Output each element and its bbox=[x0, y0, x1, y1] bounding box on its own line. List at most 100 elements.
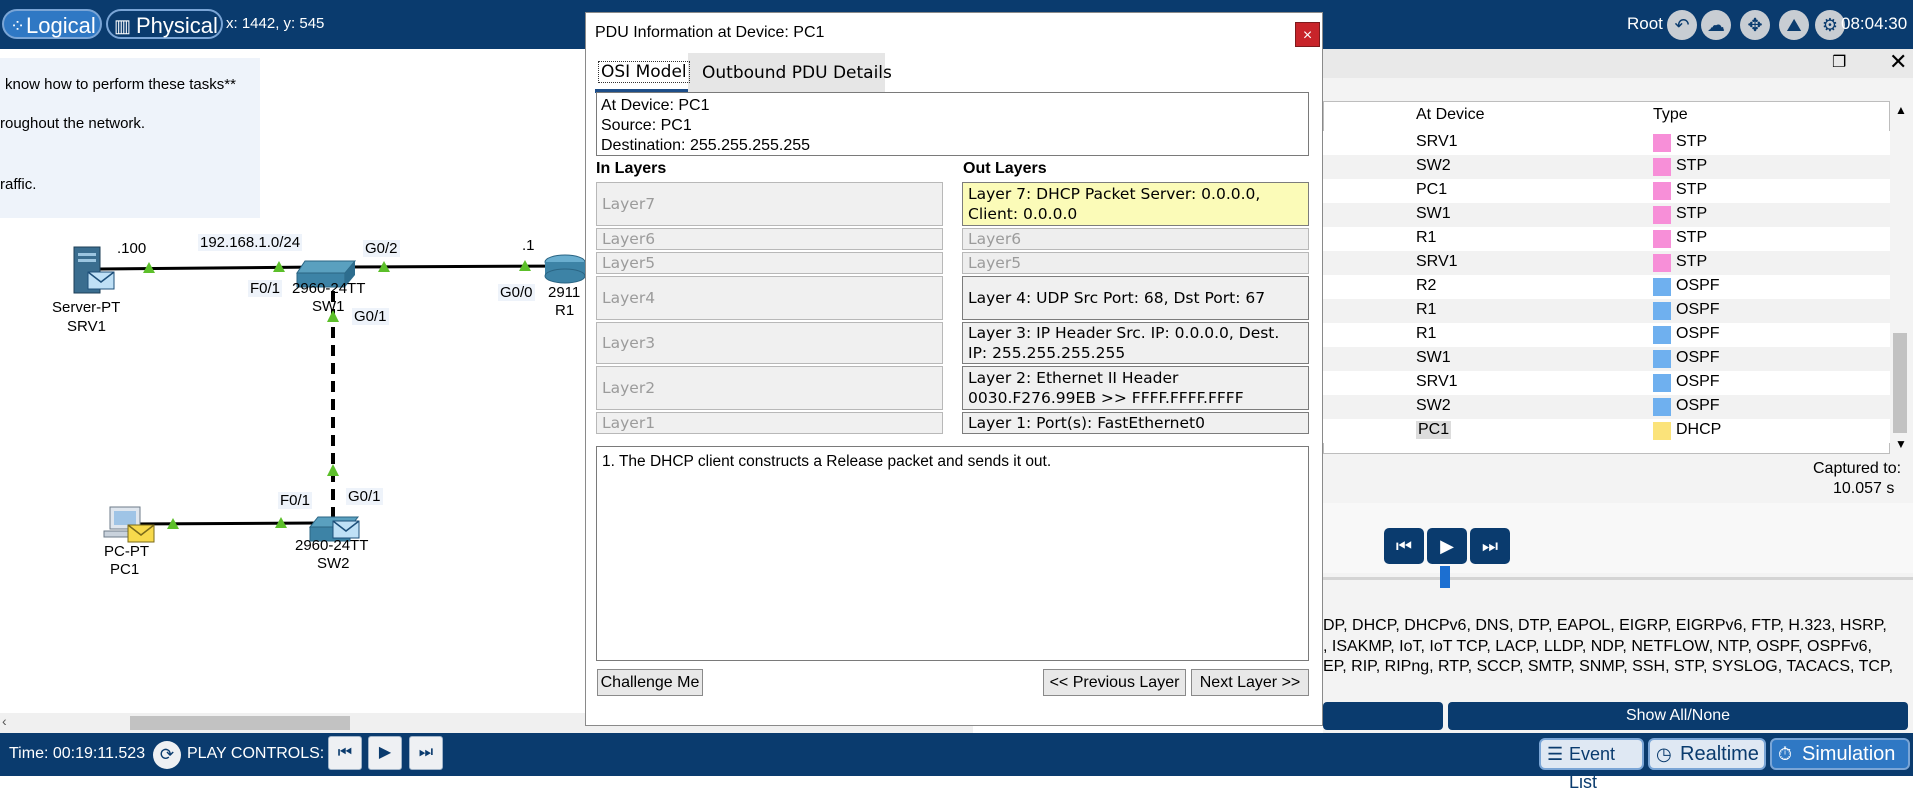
out-layer-1[interactable]: Layer 1: Port(s): FastEthernet0 bbox=[962, 412, 1309, 434]
restore-icon[interactable]: ❐ bbox=[1832, 52, 1846, 72]
table-row[interactable]: SW1 OSPF bbox=[1323, 347, 1890, 371]
table-row[interactable]: R1 OSPF bbox=[1323, 323, 1890, 347]
reset-time-icon[interactable]: ⟳ bbox=[153, 741, 181, 769]
captured-value: 10.057 s bbox=[1833, 480, 1895, 497]
pc1-name-label: PC1 bbox=[110, 561, 140, 578]
in-layer-2[interactable]: Layer2 bbox=[596, 366, 943, 410]
event-type-color bbox=[1653, 422, 1671, 440]
out-layer-5[interactable]: Layer5 bbox=[962, 252, 1309, 274]
close-panel-icon[interactable]: ✕ bbox=[1889, 49, 1907, 75]
event-type-color bbox=[1653, 302, 1671, 320]
srv1-name-label: SRV1 bbox=[67, 318, 106, 335]
logical-tab[interactable]: ⁘ Logical bbox=[2, 9, 102, 39]
scrollbar-thumb[interactable] bbox=[1893, 333, 1907, 433]
table-row[interactable]: R1 STP bbox=[1323, 227, 1890, 251]
table-row[interactable]: SW2 OSPF bbox=[1323, 395, 1890, 419]
event-list-toggle[interactable]: ☰ Event List bbox=[1539, 738, 1644, 792]
event-device: SRV1 bbox=[1416, 373, 1458, 390]
sim-time: Time: 00:19:11.523 bbox=[9, 745, 146, 762]
srv1-ip-label: .100 bbox=[117, 240, 147, 257]
in-layer-1[interactable]: Layer1 bbox=[596, 412, 943, 434]
playback-slider-thumb[interactable] bbox=[1440, 566, 1450, 588]
event-type: STP bbox=[1676, 253, 1708, 270]
in-layer-6[interactable]: Layer6 bbox=[596, 228, 943, 250]
event-type-color bbox=[1653, 254, 1671, 272]
event-type: STP bbox=[1676, 205, 1708, 222]
out-layer-7[interactable]: Layer 7: DHCP Packet Server: 0.0.0.0, Cl… bbox=[962, 182, 1309, 226]
sw2-g01-label: G0/1 bbox=[346, 488, 383, 505]
table-row[interactable]: SRV1 STP bbox=[1323, 131, 1890, 155]
in-layer-4[interactable]: Layer4 bbox=[596, 276, 943, 320]
panel-titlebar: ❐ ✕ bbox=[1323, 49, 1913, 78]
playback-slider-track[interactable] bbox=[1323, 577, 1913, 580]
sw1-g01-label: G0/1 bbox=[352, 308, 389, 325]
pc-icon bbox=[103, 506, 155, 543]
physical-tab[interactable]: ▥ Physical bbox=[106, 9, 223, 39]
in-layer-7[interactable]: Layer7 bbox=[596, 182, 943, 226]
in-layer-3[interactable]: Layer3 bbox=[596, 322, 943, 364]
layer-description-text: 1. The DHCP client constructs a Release … bbox=[602, 453, 1052, 470]
event-type: OSPF bbox=[1676, 325, 1720, 342]
physical-icon: ▥ bbox=[114, 16, 132, 36]
scroll-left-icon[interactable]: ‹ bbox=[2, 713, 7, 729]
pdu-info-dialog: PDU Information at Device: PC1 × OSI Mod… bbox=[585, 12, 1323, 726]
scrollbar-thumb[interactable] bbox=[130, 716, 350, 730]
edit-filters-button[interactable] bbox=[1323, 702, 1443, 730]
next-layer-button[interactable]: Next Layer >> bbox=[1191, 669, 1309, 696]
play-back-icon[interactable]: ⏮ bbox=[328, 736, 362, 770]
table-row[interactable]: R2 OSPF bbox=[1323, 275, 1890, 299]
out-layer-3[interactable]: Layer 3: IP Header Src. IP: 0.0.0.0, Des… bbox=[962, 322, 1309, 364]
clock-icon: ◷ bbox=[1656, 744, 1672, 764]
in-layers-heading: In Layers bbox=[596, 160, 667, 177]
event-type: OSPF bbox=[1676, 397, 1720, 414]
out-layer-4[interactable]: Layer 4: UDP Src Port: 68, Dst Port: 67 bbox=[962, 276, 1309, 320]
out-layer-6[interactable]: Layer6 bbox=[962, 228, 1309, 250]
back-step-button[interactable]: ⏮ bbox=[1384, 528, 1424, 564]
tab-outbound-pdu-details[interactable]: Outbound PDU Details bbox=[702, 53, 892, 93]
sw2-f01-label: F0/1 bbox=[278, 492, 313, 509]
scroll-down-icon[interactable]: ▼ bbox=[1895, 437, 1907, 451]
col-type[interactable]: Type bbox=[1653, 106, 1688, 124]
out-layer-2[interactable]: Layer 2: Ethernet II Header 0030.F276.99… bbox=[962, 366, 1309, 410]
event-type-color bbox=[1653, 182, 1671, 200]
protocol-filter-line-1: DP, DHCP, DHCPv6, DNS, DTP, EAPOL, EIGRP… bbox=[1323, 617, 1887, 634]
landscape-icon[interactable]: ⛰ bbox=[1779, 10, 1809, 40]
previous-layer-button[interactable]: << Previous Layer bbox=[1043, 669, 1186, 696]
event-list-scrollbar[interactable]: ▲ ▼ bbox=[1890, 101, 1910, 454]
realtime-mode-button[interactable]: ◷ Realtime bbox=[1648, 738, 1766, 770]
link-sw1-r1 bbox=[344, 264, 576, 269]
play-icon[interactable]: ▶ bbox=[368, 736, 402, 770]
table-row[interactable]: PC1 STP bbox=[1323, 179, 1890, 203]
show-all-none-button[interactable]: Show All/None bbox=[1448, 702, 1908, 730]
simulation-mode-button[interactable]: ⏱ Simulation bbox=[1770, 738, 1910, 770]
table-row[interactable]: SW1 STP bbox=[1323, 203, 1890, 227]
table-row[interactable]: SW2 STP bbox=[1323, 155, 1890, 179]
table-row[interactable]: SRV1 STP bbox=[1323, 251, 1890, 275]
table-row[interactable]: R1 OSPF bbox=[1323, 299, 1890, 323]
subnet-label: 192.168.1.0/24 bbox=[198, 234, 303, 251]
back-icon[interactable]: ↶ bbox=[1667, 10, 1697, 40]
move-icon[interactable]: ✥ bbox=[1740, 10, 1770, 40]
close-dialog-button[interactable]: × bbox=[1295, 22, 1320, 47]
sw1-model-label: 2960-24TT bbox=[292, 280, 366, 297]
event-device: SW1 bbox=[1416, 349, 1451, 366]
event-device: SW2 bbox=[1416, 157, 1451, 174]
table-row[interactable]: PC1 DHCP bbox=[1323, 419, 1890, 443]
link-up-icon bbox=[327, 464, 339, 476]
table-row[interactable]: SRV1 OSPF bbox=[1323, 371, 1890, 395]
srv1-model-label: Server-PT bbox=[52, 299, 121, 316]
r1-g00-label: G0/0 bbox=[498, 284, 535, 301]
in-layer-5[interactable]: Layer5 bbox=[596, 252, 943, 274]
col-at-device[interactable]: At Device bbox=[1416, 106, 1484, 124]
router-icon bbox=[544, 254, 586, 284]
play-button[interactable]: ▶ bbox=[1427, 528, 1467, 564]
event-type: STP bbox=[1676, 181, 1708, 198]
play-forward-icon[interactable]: ⏭ bbox=[409, 736, 443, 770]
sw1-g02-label: G0/2 bbox=[363, 240, 400, 257]
event-type: STP bbox=[1676, 229, 1708, 246]
tab-osi-model[interactable]: OSI Model bbox=[595, 53, 690, 93]
forward-step-button[interactable]: ⏭ bbox=[1470, 528, 1510, 564]
cloud-icon[interactable]: ☁ bbox=[1701, 10, 1731, 40]
challenge-me-button[interactable]: Challenge Me bbox=[597, 669, 703, 696]
scroll-up-icon[interactable]: ▲ bbox=[1895, 103, 1907, 117]
